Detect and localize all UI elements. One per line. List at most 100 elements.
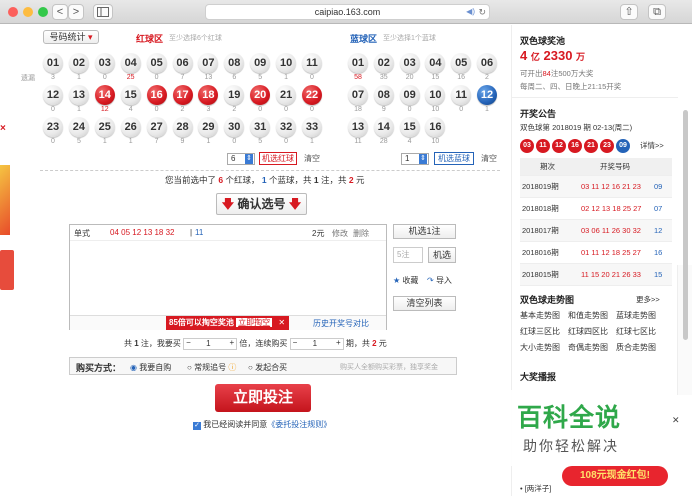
- table-row[interactable]: 2018019期 03 11 12 16 21 23 09: [520, 176, 672, 198]
- red-ball[interactable]: 29: [198, 117, 219, 137]
- buy-group-radio[interactable]: ○ 发起合买: [248, 362, 287, 373]
- blue-ball[interactable]: 14: [373, 117, 394, 137]
- red-ball[interactable]: 08: [224, 53, 245, 73]
- red-ball[interactable]: 06: [172, 53, 193, 73]
- trend-link[interactable]: 蓝球走势图: [616, 310, 656, 321]
- red-ball[interactable]: 14: [94, 85, 115, 105]
- blue-ball[interactable]: 05: [451, 53, 472, 73]
- address-bar[interactable]: caipiao.163.com ◀) ↻: [205, 4, 490, 20]
- ticket-edit-link[interactable]: 修改: [332, 228, 348, 239]
- blue-ball[interactable]: 04: [425, 53, 446, 73]
- red-ball[interactable]: 26: [120, 117, 141, 137]
- audio-icon[interactable]: ◀): [466, 5, 475, 19]
- left-ad-banner-2[interactable]: [0, 250, 14, 290]
- blue-ball[interactable]: 03: [399, 53, 420, 73]
- notice-detail-link[interactable]: 详情>>: [640, 140, 664, 151]
- red-ball[interactable]: 20: [250, 85, 271, 105]
- zoom-window-button[interactable]: [38, 7, 48, 17]
- red-ball[interactable]: 01: [43, 53, 63, 73]
- red-ball[interactable]: 17: [172, 85, 193, 105]
- close-ad-icon[interactable]: ×: [0, 123, 6, 134]
- red-ball[interactable]: 03: [94, 53, 115, 73]
- red-ball[interactable]: 25: [94, 117, 115, 137]
- buy-chase-radio[interactable]: ○ 常规追号 ⓘ: [187, 362, 236, 373]
- blue-ball[interactable]: 07: [348, 85, 368, 105]
- scrollbar[interactable]: [683, 110, 688, 340]
- agree-checkbox[interactable]: ✓: [193, 422, 201, 430]
- ticket-row[interactable]: 单式 04 05 12 13 18 32 | 11 2元 修改 删除: [70, 225, 386, 241]
- close-ad-icon[interactable]: ✕: [672, 415, 680, 425]
- share-icon[interactable]: ⇧: [620, 4, 638, 20]
- ticket-delete-link[interactable]: 删除: [353, 228, 369, 239]
- blue-ball[interactable]: 02: [373, 53, 394, 73]
- red-ball[interactable]: 22: [302, 85, 322, 105]
- sidebar-toggle-icon[interactable]: [93, 4, 113, 20]
- forward-button[interactable]: >: [68, 4, 84, 20]
- cash-bonus-ad[interactable]: 108元现金红包!: [562, 466, 668, 486]
- blue-ball[interactable]: 15: [399, 117, 420, 137]
- red-ball[interactable]: 10: [276, 53, 297, 73]
- blue-ball[interactable]: 01: [348, 53, 368, 73]
- number-stats-button[interactable]: 号码统计 ▾: [43, 30, 99, 44]
- reload-icon[interactable]: ↻: [478, 5, 486, 19]
- blue-ball[interactable]: 11: [451, 85, 472, 105]
- red-ball[interactable]: 18: [198, 85, 219, 105]
- red-ball[interactable]: 12: [43, 85, 63, 105]
- favorite-button[interactable]: ★ 收藏: [393, 275, 418, 286]
- red-ball[interactable]: 21: [276, 85, 297, 105]
- plus-icon[interactable]: +: [336, 338, 341, 347]
- clear-blue-link[interactable]: 清空: [481, 153, 497, 164]
- random-button[interactable]: 机选: [428, 247, 456, 263]
- blue-ball[interactable]: 09: [399, 85, 420, 105]
- red-ball[interactable]: 16: [146, 85, 167, 105]
- buy-self-radio[interactable]: ◉ 我要自购: [130, 362, 171, 373]
- issues-value[interactable]: 1: [313, 339, 317, 348]
- red-ball[interactable]: 13: [68, 85, 89, 105]
- table-row[interactable]: 2018016期 01 11 12 18 25 27 16: [520, 242, 672, 264]
- table-row[interactable]: 2018015期 11 15 20 21 26 33 15: [520, 264, 672, 286]
- red-ball[interactable]: 05: [146, 53, 167, 73]
- close-icon[interactable]: ✕: [278, 318, 285, 327]
- trend-link[interactable]: 红球四区比: [568, 326, 608, 337]
- plus-icon[interactable]: +: [229, 338, 234, 347]
- tabs-icon[interactable]: ⧉: [648, 4, 666, 20]
- random-blue-button[interactable]: 机选蓝球: [434, 152, 474, 165]
- trend-link[interactable]: 质合走势图: [616, 342, 656, 353]
- table-row[interactable]: 2018018期 02 12 13 18 25 27 07: [520, 198, 672, 220]
- trend-link[interactable]: 奇偶走势图: [568, 342, 608, 353]
- red-ball[interactable]: 09: [250, 53, 271, 73]
- clear-list-button[interactable]: 清空列表: [393, 296, 456, 311]
- red-ball[interactable]: 28: [172, 117, 193, 137]
- help-icon[interactable]: ⓘ: [228, 363, 236, 372]
- multiple-stepper[interactable]: − 1 +: [183, 338, 238, 350]
- clear-red-link[interactable]: 清空: [304, 153, 320, 164]
- random-qty-input[interactable]: 5注: [393, 247, 423, 263]
- blue-ball[interactable]: 10: [425, 85, 446, 105]
- trend-link[interactable]: 红球三区比: [520, 326, 560, 337]
- blue-count-select[interactable]: 1 ⇕: [401, 153, 429, 165]
- confirm-selection-button[interactable]: 🡇 确认选号 🡇: [216, 193, 307, 215]
- red-ball[interactable]: 19: [224, 85, 245, 105]
- multiple-value[interactable]: 1: [206, 339, 210, 348]
- red-ball[interactable]: 27: [146, 117, 167, 137]
- red-ball[interactable]: 30: [224, 117, 245, 137]
- random-one-button[interactable]: 机选1注: [393, 224, 456, 239]
- red-ball[interactable]: 32: [276, 117, 297, 137]
- red-ball[interactable]: 23: [43, 117, 63, 137]
- minus-icon[interactable]: −: [186, 338, 191, 347]
- red-ball[interactable]: 33: [302, 117, 322, 137]
- blue-ball[interactable]: 16: [425, 117, 446, 137]
- red-ball[interactable]: 04: [120, 53, 141, 73]
- red-ball[interactable]: 31: [250, 117, 271, 137]
- red-ball[interactable]: 02: [68, 53, 89, 73]
- red-ball[interactable]: 07: [198, 53, 219, 73]
- back-button[interactable]: <: [52, 4, 68, 20]
- trend-link[interactable]: 基本走势图: [520, 310, 560, 321]
- agree-rules-link[interactable]: 《委托投注规则》: [267, 420, 331, 429]
- trend-link[interactable]: 大小走势图: [520, 342, 560, 353]
- red-count-select[interactable]: 6 ⇕: [227, 153, 255, 165]
- table-row[interactable]: 2018017期 03 06 11 26 30 32 12: [520, 220, 672, 242]
- blue-ball[interactable]: 13: [348, 117, 368, 137]
- submit-bet-button[interactable]: 立即投注: [215, 384, 311, 412]
- blue-ball[interactable]: 12: [477, 85, 497, 105]
